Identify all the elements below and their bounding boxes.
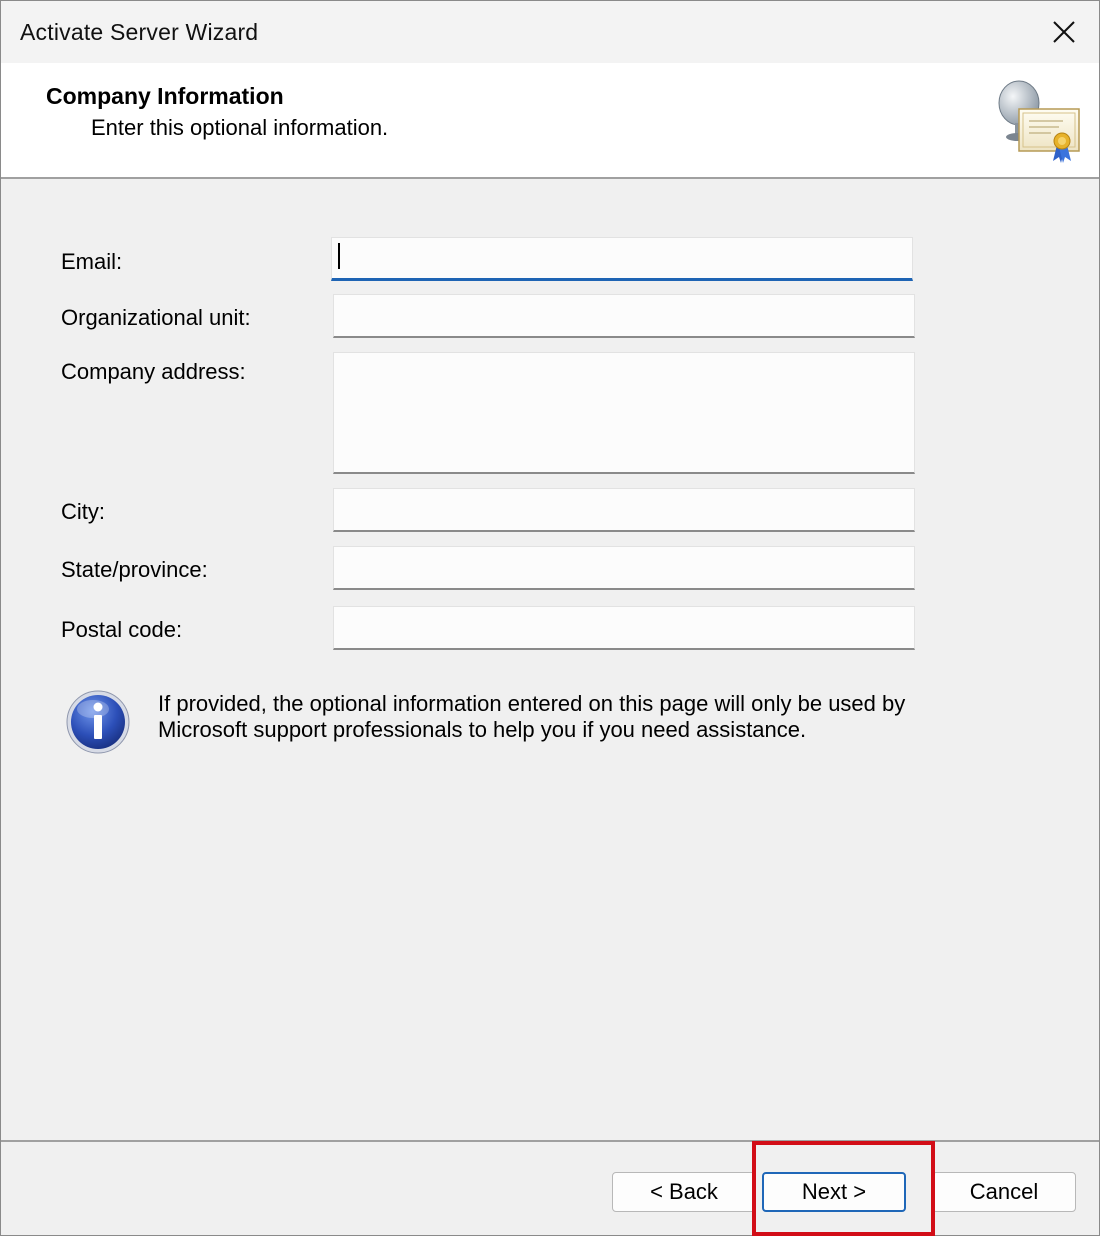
state-province-label: State/province: [61, 557, 208, 582]
close-button[interactable] [1029, 1, 1099, 63]
organizational-unit-label: Organizational unit: [61, 305, 251, 330]
company-address-field[interactable] [333, 352, 915, 474]
state-province-field[interactable] [333, 546, 915, 590]
company-address-label: Company address: [61, 359, 246, 384]
server-certificate-icon [998, 80, 1080, 163]
info-message: If provided, the optional information en… [158, 691, 906, 742]
wizard-header: Company Information Enter this optional … [1, 63, 1099, 179]
wizard-content: Email: Organizational unit: Company addr… [1, 181, 1099, 1139]
city-label: City: [61, 499, 105, 524]
page-title: Company Information [46, 83, 284, 109]
page-subtitle: Enter this optional information. [91, 115, 389, 140]
back-button[interactable]: < Back [612, 1172, 756, 1212]
cancel-button[interactable]: Cancel [932, 1172, 1076, 1212]
postal-code-label: Postal code: [61, 617, 183, 642]
organizational-unit-field[interactable] [333, 294, 915, 338]
next-button-highlight [752, 1141, 935, 1236]
close-icon [1053, 21, 1075, 43]
info-icon [66, 690, 130, 754]
text-caret [338, 243, 340, 269]
window-title: Activate Server Wizard [20, 19, 259, 45]
wizard-window: Activate Server Wizard Company Informati… [0, 0, 1100, 1236]
email-field[interactable] [331, 237, 913, 281]
city-field[interactable] [333, 488, 915, 532]
email-label: Email: [61, 249, 123, 274]
postal-code-field[interactable] [333, 606, 915, 650]
title-bar: Activate Server Wizard [1, 1, 1099, 63]
